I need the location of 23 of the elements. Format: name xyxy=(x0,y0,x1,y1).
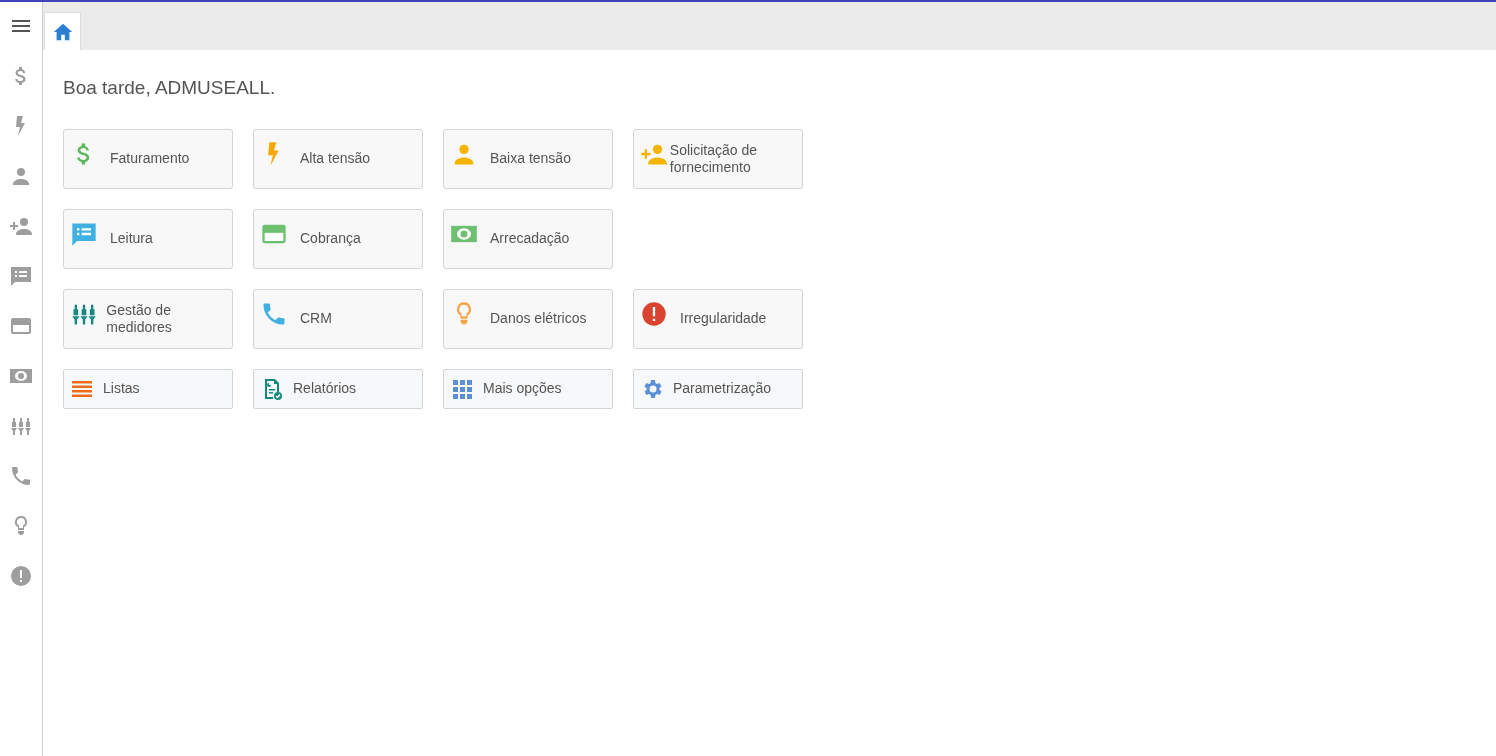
module-tile[interactable]: Danos elétricos xyxy=(443,288,613,349)
module-tile[interactable]: Irregularidade xyxy=(633,288,803,349)
alert-icon xyxy=(9,564,33,588)
greeting: Boa tarde, ADMUSEALL. xyxy=(63,76,277,100)
module-tile[interactable]: Parametrização xyxy=(633,368,803,409)
module-tile[interactable]: Solicitação de fornecimento xyxy=(633,128,803,189)
module-tile[interactable]: Mais opções xyxy=(443,368,613,409)
module-tile[interactable]: Faturamento xyxy=(63,128,233,189)
module-tile[interactable]: Leitura xyxy=(63,208,233,269)
module-tile[interactable]: Gestão de medidores xyxy=(63,288,233,349)
module-tile[interactable]: CRM xyxy=(253,288,423,349)
sidebar-item[interactable] xyxy=(8,264,34,288)
module-tile[interactable]: Alta tensão xyxy=(253,128,423,189)
module-tile[interactable]: Listas xyxy=(63,368,233,409)
module-tile[interactable]: Baixa tensão xyxy=(443,128,613,189)
home-tab[interactable] xyxy=(44,12,81,50)
module-tile[interactable]: Relatórios xyxy=(253,368,423,409)
module-tile[interactable]: Arrecadação xyxy=(443,208,613,269)
chat-list-icon xyxy=(9,264,33,288)
module-tile[interactable]: Cobrança xyxy=(253,208,423,269)
alert-icon xyxy=(640,299,668,328)
phone-icon xyxy=(9,464,33,488)
sidebar-item[interactable] xyxy=(8,564,34,588)
